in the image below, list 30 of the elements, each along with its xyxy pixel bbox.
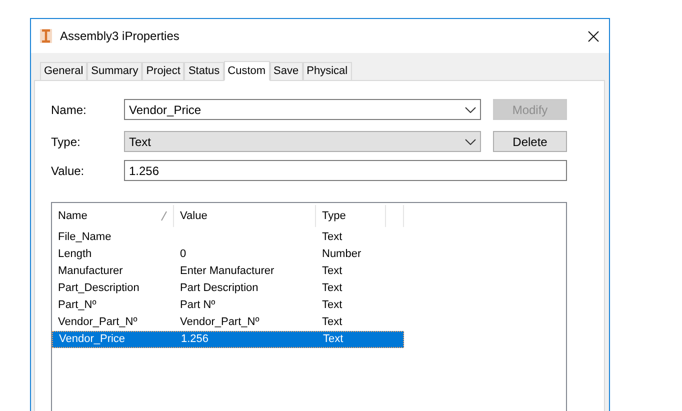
tab[interactable]: Physical	[302, 62, 352, 80]
column-header[interactable]: Type	[316, 205, 386, 227]
close-icon[interactable]	[588, 30, 599, 42]
window-title: Assembly3 iProperties	[60, 28, 180, 45]
column-header[interactable]: Name	[52, 205, 174, 227]
type-combo-box[interactable]: Text	[124, 131, 481, 152]
tab[interactable]: Status	[184, 62, 224, 80]
field-label: Type:	[51, 134, 82, 150]
list-row[interactable]: Vendor_Price 1.256 Text	[52, 331, 404, 348]
value-field[interactable]: 1.256	[124, 160, 567, 181]
field-label: Name:	[51, 102, 88, 118]
tab[interactable]: Project	[142, 62, 184, 80]
name-combo-box[interactable]: Vendor_Price	[124, 99, 481, 120]
tab[interactable]: General	[40, 62, 88, 80]
list-row[interactable]: Manufacturer Enter Manufacturer Text	[52, 263, 404, 280]
tab[interactable]: Custom	[224, 61, 270, 81]
delete-button[interactable]: Delete	[493, 131, 567, 152]
list-row[interactable]: Part_Description Part Description Text	[52, 280, 404, 297]
column-header[interactable]: Value	[174, 205, 316, 227]
sort-icon	[161, 211, 167, 221]
list-row[interactable]: Vendor_Part_Nº Vendor_Part_Nº Text	[52, 314, 404, 331]
list-row[interactable]: Part_Nº Part Nº Text	[52, 297, 404, 314]
tab[interactable]: Summary	[87, 62, 142, 80]
list-row[interactable]: Length 0 Number	[52, 246, 404, 263]
field-label: Value:	[51, 162, 86, 180]
chevron-down-icon	[465, 106, 476, 112]
list-row[interactable]: File_Name Text	[52, 229, 404, 246]
app-icon	[40, 29, 52, 43]
chevron-down-icon	[465, 138, 476, 144]
tab[interactable]: Save	[270, 62, 303, 80]
